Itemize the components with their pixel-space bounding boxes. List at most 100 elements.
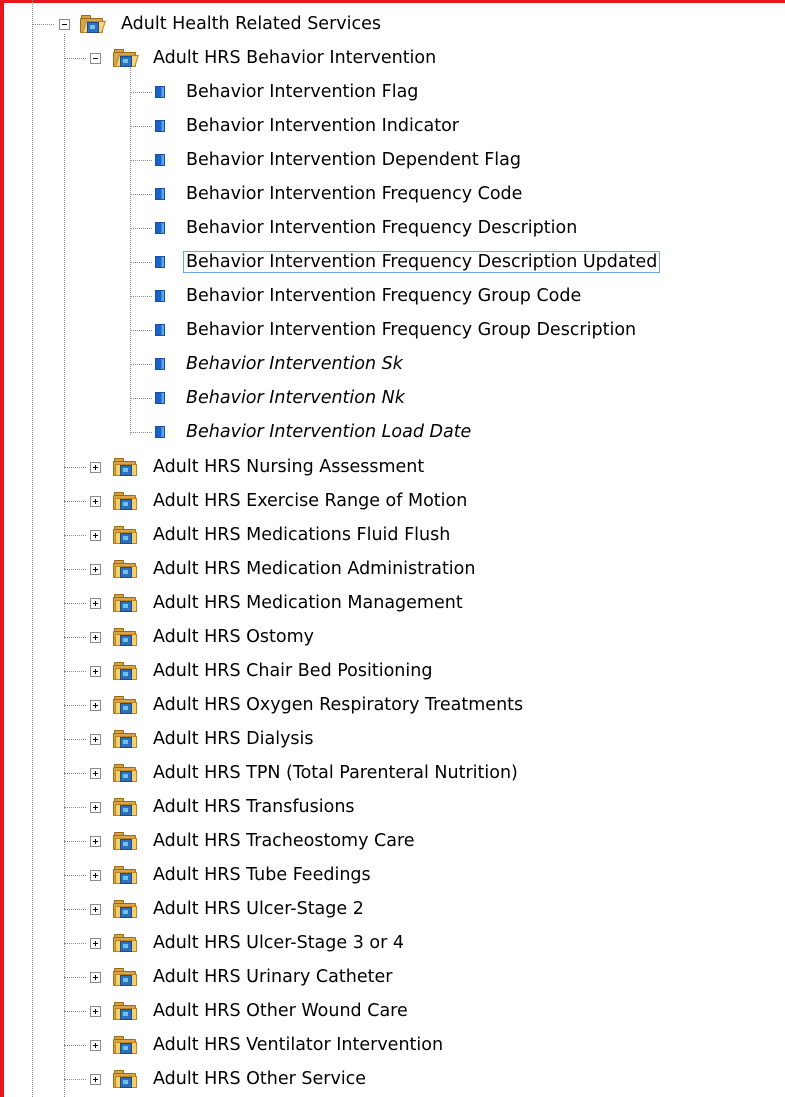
tree-node-group[interactable]: Adult HRS Nursing Assessment (0, 451, 785, 485)
expand-icon[interactable] (90, 768, 101, 779)
tree-node-attribute[interactable]: Behavior Intervention Frequency Group De… (0, 314, 785, 348)
tree-node-attribute[interactable]: Behavior Intervention Indicator (0, 110, 785, 144)
collapse-icon[interactable] (59, 19, 70, 30)
tree-node-group[interactable]: Adult HRS Other Service (0, 1063, 785, 1097)
tree-connector (64, 977, 86, 978)
expand-icon[interactable] (90, 598, 101, 609)
tree-connector (130, 364, 152, 365)
tree-node-label: Adult HRS Chair Bed Positioning (153, 661, 433, 681)
tree-node-group[interactable]: Adult HRS Ulcer-Stage 2 (0, 893, 785, 927)
tree-node-group[interactable]: Adult HRS Ostomy (0, 621, 785, 655)
tree-node-label: Adult HRS Transfusions (153, 797, 355, 817)
tree-node-attribute[interactable]: Behavior Intervention Nk (0, 382, 785, 416)
attribute-icon (155, 324, 165, 336)
attribute-icon (155, 154, 165, 166)
folder-open-icon (79, 15, 106, 33)
tree-node-group[interactable]: Adult HRS Ulcer-Stage 3 or 4 (0, 927, 785, 961)
attribute-label: Behavior Intervention Flag (186, 82, 419, 102)
tree-node-attribute[interactable]: Behavior Intervention Sk (0, 348, 785, 382)
folder-icon (112, 628, 137, 646)
expand-icon[interactable] (90, 700, 101, 711)
folder-icon (112, 764, 137, 782)
tree-connector (130, 228, 152, 229)
tree-node-root[interactable]: Adult Health Related Services (0, 8, 785, 42)
tree-node-group[interactable]: Adult HRS Urinary Catheter (0, 961, 785, 995)
expand-icon[interactable] (90, 802, 101, 813)
tree-connector (64, 1011, 86, 1012)
tree-connector (64, 467, 86, 468)
tree-node-attribute[interactable]: Behavior Intervention Load Date (0, 416, 785, 450)
tree-node-group[interactable]: Adult HRS Dialysis (0, 723, 785, 757)
tree-node-group[interactable]: Adult HRS Ventilator Intervention (0, 1029, 785, 1063)
tree-node-group[interactable]: Adult HRS Tracheostomy Care (0, 825, 785, 859)
tree-node-group[interactable]: Adult HRS Medication Administration (0, 553, 785, 587)
attribute-label: Behavior Intervention Indicator (186, 116, 459, 136)
attribute-icon (155, 392, 165, 404)
tree-node-group[interactable]: Adult HRS Exercise Range of Motion (0, 485, 785, 519)
tree-node-attribute[interactable]: Behavior Intervention Frequency Descript… (0, 212, 785, 246)
tree-node-group[interactable]: Adult HRS Chair Bed Positioning (0, 655, 785, 689)
tree-connector (64, 773, 86, 774)
tree-connector (64, 603, 86, 604)
tree-node-label: Adult HRS Behavior Intervention (153, 48, 437, 68)
expand-icon[interactable] (90, 836, 101, 847)
tree-node-label: Adult HRS Other Service (153, 1069, 367, 1089)
tree-node-attribute[interactable]: Behavior Intervention Frequency Descript… (0, 246, 785, 280)
tree-connector (64, 58, 86, 59)
folder-icon (112, 730, 137, 748)
tree-node-group[interactable]: Adult HRS Oxygen Respiratory Treatments (0, 689, 785, 723)
folder-icon (112, 1036, 137, 1054)
tree-node-attribute[interactable]: Behavior Intervention Frequency Group Co… (0, 280, 785, 314)
collapse-icon[interactable] (90, 53, 101, 64)
expand-icon[interactable] (90, 666, 101, 677)
expand-icon[interactable] (90, 1074, 101, 1085)
expand-icon[interactable] (90, 530, 101, 541)
folder-icon (112, 900, 137, 918)
expand-icon[interactable] (90, 870, 101, 881)
attribute-label: Behavior Intervention Frequency Descript… (182, 251, 661, 273)
expand-icon[interactable] (90, 1040, 101, 1051)
tree-node-group[interactable]: Adult HRS Medication Management (0, 587, 785, 621)
tree-node-label: Adult HRS Oxygen Respiratory Treatments (153, 695, 524, 715)
attribute-label: Behavior Intervention Frequency Code (186, 184, 523, 204)
tree-node-group[interactable]: Adult HRS Transfusions (0, 791, 785, 825)
tree-connector (64, 909, 86, 910)
tree-node-group[interactable]: Adult HRS TPN (Total Parenteral Nutritio… (0, 757, 785, 791)
folder-icon (112, 696, 137, 714)
tree-node-label: Adult HRS TPN (Total Parenteral Nutritio… (153, 763, 518, 783)
tree-node-label: Adult HRS Medications Fluid Flush (153, 525, 451, 545)
tree-node-group[interactable]: Adult HRS Medications Fluid Flush (0, 519, 785, 553)
tree-connector (130, 296, 152, 297)
expand-icon[interactable] (90, 972, 101, 983)
attribute-label: Behavior Intervention Load Date (186, 422, 472, 442)
expand-icon[interactable] (90, 496, 101, 507)
tree-node-attribute[interactable]: Behavior Intervention Flag (0, 76, 785, 110)
expand-icon[interactable] (90, 632, 101, 643)
tree-connector (64, 535, 86, 536)
expand-icon[interactable] (90, 462, 101, 473)
tree-node-label: Adult HRS Ostomy (153, 627, 315, 647)
tree-connector (130, 330, 152, 331)
tree-node-label: Adult HRS Urinary Catheter (153, 967, 393, 987)
tree-node-attribute[interactable]: Behavior Intervention Dependent Flag (0, 144, 785, 178)
expand-icon[interactable] (90, 938, 101, 949)
tree-connector (64, 739, 86, 740)
tree-node-label: Adult HRS Medication Management (153, 593, 463, 613)
tree-node-group-behavior-intervention[interactable]: Adult HRS Behavior Intervention (0, 42, 785, 76)
tree-node-group[interactable]: Adult HRS Other Wound Care (0, 995, 785, 1029)
expand-icon[interactable] (90, 734, 101, 745)
tree-node-label: Adult HRS Ulcer-Stage 3 or 4 (153, 933, 405, 953)
expand-icon[interactable] (90, 564, 101, 575)
expand-icon[interactable] (90, 904, 101, 915)
folder-icon (112, 798, 137, 816)
expand-icon[interactable] (90, 1006, 101, 1017)
tree-connector (32, 24, 54, 25)
tree-node-label: Adult HRS Nursing Assessment (153, 457, 425, 477)
attribute-icon (155, 86, 165, 98)
tree-node-attribute[interactable]: Behavior Intervention Frequency Code (0, 178, 785, 212)
tree-connector (130, 398, 152, 399)
tree-connector (130, 92, 152, 93)
folder-icon (112, 1070, 137, 1088)
tree-connector (64, 671, 86, 672)
tree-node-group[interactable]: Adult HRS Tube Feedings (0, 859, 785, 893)
